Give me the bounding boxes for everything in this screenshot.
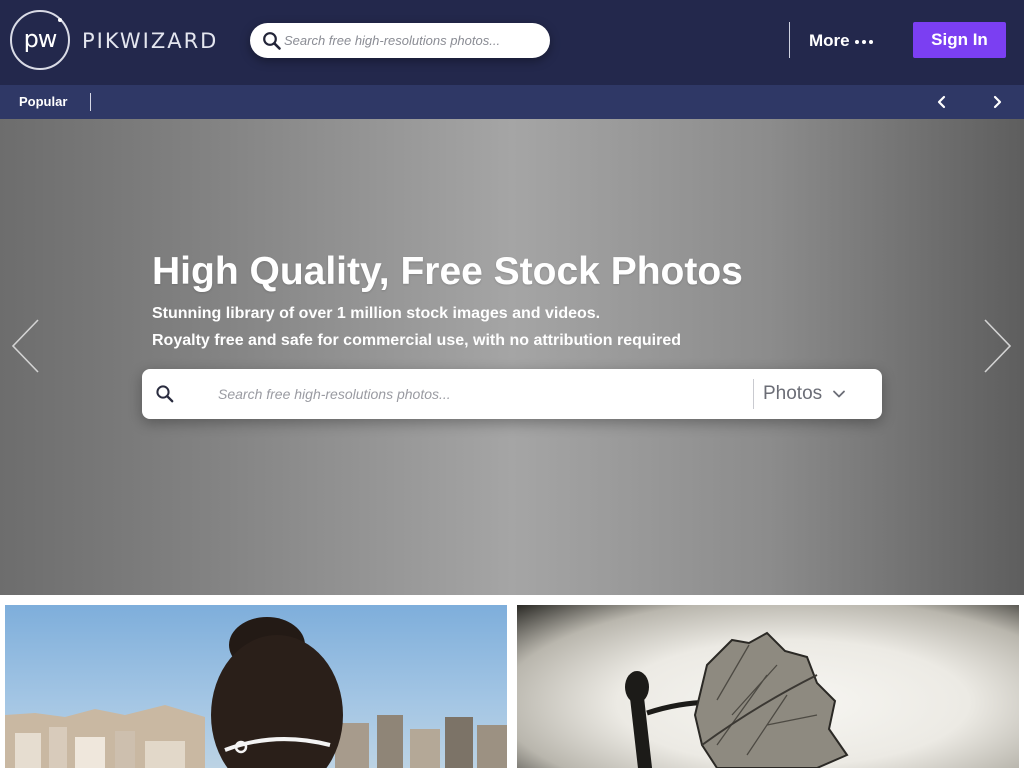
chevron-down-icon [833, 390, 846, 398]
hero-subtitle-line-1: Stunning library of over 1 million stock… [152, 305, 601, 322]
logo-icon[interactable]: pw [10, 10, 70, 70]
hero-banner: High Quality, Free Stock Photos Stunning… [0, 119, 1024, 595]
chevron-left-icon[interactable] [934, 94, 950, 110]
photo-image-woman [5, 617, 507, 768]
more-menu-button[interactable]: More [809, 30, 873, 52]
sign-in-button[interactable]: Sign In [913, 22, 1006, 58]
header-search-input[interactable] [284, 23, 540, 58]
search-icon[interactable] [155, 384, 175, 404]
hero-next-arrow-icon[interactable] [983, 319, 1013, 373]
chevron-right-icon[interactable] [989, 94, 1005, 110]
hero-subtitle-line-2: Royalty free and safe for commercial use… [152, 332, 681, 349]
nav-separator [90, 93, 91, 111]
photo-tile-dried-leaf[interactable] [517, 605, 1019, 768]
more-label: More [809, 31, 850, 50]
logo-spark-icon [58, 18, 62, 22]
media-type-select[interactable]: Photos [763, 369, 873, 419]
hero-title: High Quality, Free Stock Photos [152, 250, 743, 293]
category-nav: Popular [0, 85, 1024, 119]
search-icon[interactable] [262, 31, 282, 51]
media-type-value: Photos [763, 383, 823, 404]
hero-prev-arrow-icon[interactable] [10, 319, 40, 373]
top-header: pw PIKWIZARD More Sign In [0, 0, 1024, 85]
more-dots-icon [854, 39, 873, 44]
nav-item-popular[interactable]: Popular [19, 94, 67, 110]
search-divider [753, 379, 754, 409]
header-search-box[interactable] [250, 23, 550, 58]
photo-tile-woman-hair-bun[interactable] [5, 605, 507, 768]
hero-search-input[interactable] [218, 369, 738, 419]
header-divider [789, 22, 790, 58]
photo-image-leaf [625, 631, 849, 768]
logo-mark: pw [23, 25, 58, 53]
hero-search-box[interactable]: Photos [142, 369, 882, 419]
logo-text[interactable]: PIKWIZARD [82, 28, 218, 54]
